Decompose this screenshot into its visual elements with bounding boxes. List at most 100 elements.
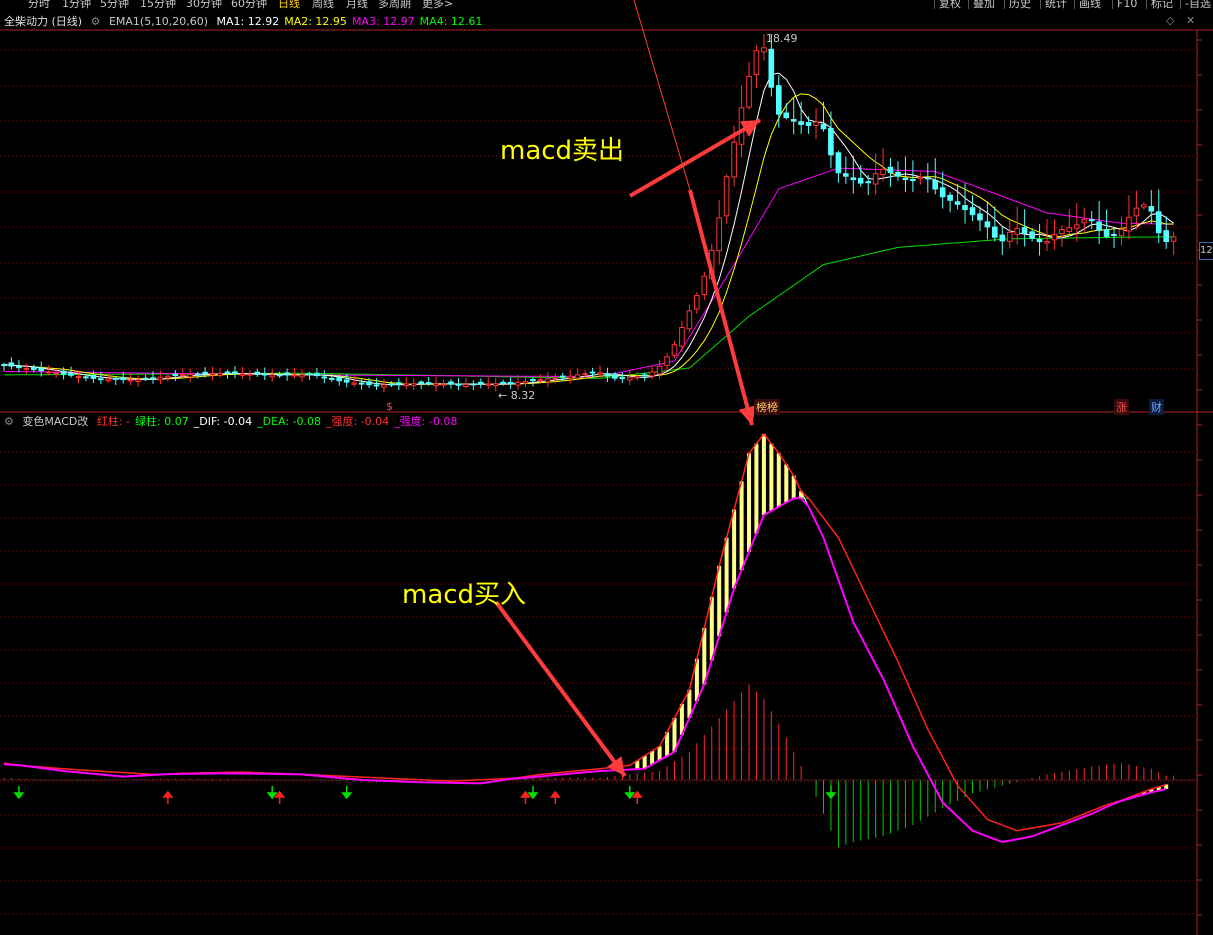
candle-body-29: [217, 372, 223, 376]
main-panel-header: 全柴动力 (日线) ⚙ EMA1(5,10,20,60) MA1: 12.92 M…: [4, 14, 492, 30]
candle-body-87: [649, 371, 655, 377]
dif-line: [3, 433, 1167, 843]
candle-body-70: [522, 381, 529, 384]
candle-body-78: [582, 373, 588, 376]
strength-bar-104: [776, 453, 781, 507]
rise-badge[interactable]: 涨: [1114, 399, 1129, 415]
candle-body-52: [388, 383, 395, 386]
limit-list-badge[interactable]: 榜榜: [754, 399, 780, 415]
candle-body-28: [209, 373, 216, 376]
candle-body-110: [820, 123, 827, 130]
candle-body-97: [723, 176, 730, 217]
candle-body-22: [165, 375, 171, 379]
candle-body-152: [1133, 207, 1140, 217]
strength-bar-95: [709, 596, 714, 661]
candle-body-138: [1029, 231, 1035, 239]
diamond-icon[interactable]: ◇: [1166, 14, 1174, 27]
ma-value-3: MA3: 12.97: [351, 15, 415, 28]
candle-body-54: [403, 383, 410, 387]
candle-body-19: [142, 377, 149, 380]
candle-body-112: [835, 152, 842, 174]
macd-title[interactable]: 变色MACD改: [22, 415, 88, 428]
ma-value-2: MA2: 12.95: [284, 15, 347, 28]
indicator-gear-icon[interactable]: ⚙: [91, 15, 101, 28]
indicator-name[interactable]: EMA1(5,10,20,60): [109, 15, 208, 28]
signal-arrow-9: [631, 790, 643, 804]
candle-body-142: [1059, 229, 1065, 235]
candle-body-21: [157, 376, 164, 381]
candle-body-96: [716, 217, 723, 252]
macd-value-5: _强度: -0.04: [326, 415, 390, 428]
candle-body-155: [1155, 211, 1162, 234]
candle-body-113: [843, 173, 849, 177]
candle-body-25: [187, 374, 193, 378]
candle-body-77: [574, 374, 581, 379]
candle-body-27: [202, 371, 208, 375]
candle-body-65: [485, 383, 491, 386]
candle-body-132: [984, 221, 991, 228]
candle-body-84: [627, 376, 633, 381]
candle-body-2: [16, 366, 22, 369]
strength-bar-97: [724, 537, 729, 613]
candle-body-15: [112, 377, 119, 380]
candle-body-30: [224, 371, 231, 374]
candle-body-7: [53, 372, 59, 375]
candle-body-102: [761, 47, 767, 53]
ma-values: MA1: 12.92 MA2: 12.95 MA3: 12.97 MA4: 12.61: [217, 15, 488, 28]
ma1-line: [3, 72, 1174, 386]
candle-body-24: [180, 374, 186, 377]
candle-body-105: [783, 112, 790, 119]
candle-body-74: [552, 377, 559, 380]
candle-body-57: [425, 382, 432, 385]
candle-body-62: [463, 384, 469, 387]
strength-bar-88: [657, 746, 662, 761]
candle-body-17: [127, 379, 134, 382]
candle-body-9: [68, 372, 74, 376]
signal-arrow-8: [624, 786, 636, 800]
buy-arrow-head: [607, 756, 625, 776]
candle-body-34: [254, 371, 261, 376]
candle-body-92: [686, 310, 693, 330]
candle-body-111: [828, 128, 834, 156]
candle-body-64: [478, 381, 484, 385]
signal-arrow-0: [13, 786, 25, 800]
candle-body-98: [731, 141, 737, 178]
macd-value-2: 绿柱: 0.07: [135, 415, 189, 428]
candle-body-67: [500, 381, 506, 385]
fin-badge[interactable]: 财: [1149, 399, 1164, 415]
low-price-label: ← 8.32: [498, 389, 536, 402]
candle-body-93: [694, 294, 700, 310]
signal-arrow-4: [341, 786, 353, 800]
candle-body-91: [679, 327, 685, 347]
candle-body-86: [641, 374, 648, 377]
candle-body-121: [902, 177, 909, 181]
candle-body-115: [857, 177, 864, 184]
s-marker[interactable]: $: [386, 400, 393, 413]
strength-bar-102: [761, 434, 766, 516]
candle-body-55: [410, 383, 417, 386]
stock-title[interactable]: 全柴动力 (日线): [4, 15, 82, 28]
ma3-line: [4, 167, 1174, 378]
candle-body-14: [105, 378, 112, 382]
candle-body-146: [1088, 219, 1095, 222]
signal-arrow-7: [549, 790, 561, 804]
macd-gear-icon[interactable]: ⚙: [4, 415, 14, 428]
candle-body-51: [381, 384, 387, 388]
candle-body-130: [969, 207, 976, 216]
candle-body-85: [634, 376, 641, 379]
candle-body-31: [232, 371, 238, 374]
candle-body-32: [239, 373, 246, 376]
candle-body-45: [336, 376, 342, 382]
candle-body-11: [83, 376, 89, 379]
candle-body-136: [1014, 228, 1021, 235]
candle-body-149: [1111, 234, 1117, 236]
buy-arrow-shaft: [494, 600, 627, 778]
close-icon[interactable]: ✕: [1186, 14, 1195, 27]
candle-body-41: [306, 373, 313, 376]
strength-red-line: [3, 432, 1167, 832]
candle-body-90: [671, 344, 678, 356]
candle-body-133: [992, 226, 998, 238]
candle-body-40: [299, 374, 305, 378]
candle-body-79: [589, 371, 596, 374]
candle-body-43: [321, 376, 328, 379]
